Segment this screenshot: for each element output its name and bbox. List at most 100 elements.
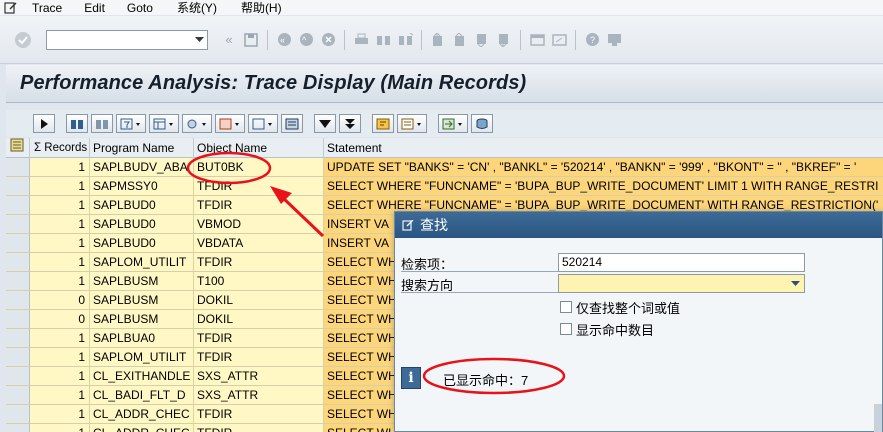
check-icon — [15, 31, 31, 48]
program-name-cell: SAPLBUD0 — [90, 234, 194, 252]
col-object-name[interactable]: Object Name — [194, 138, 324, 158]
object-name-cell: T100 — [194, 272, 324, 290]
program-name-cell: SAPMSSY0 — [90, 177, 194, 195]
object-name-cell: TFDIR — [194, 424, 324, 432]
col-program-name[interactable]: Program Name — [90, 138, 194, 158]
print-icon[interactable] — [352, 31, 370, 49]
object-name-cell: VBMOD — [194, 215, 324, 233]
select-all-cell[interactable] — [6, 138, 30, 158]
row-selector[interactable] — [6, 196, 30, 214]
records-cell: 1 — [30, 158, 90, 176]
find-next-icon[interactable] — [396, 31, 414, 49]
double-chevron-down-icon — [345, 118, 355, 129]
exit-icon[interactable]: ^ — [297, 31, 315, 49]
row-selector[interactable] — [6, 253, 30, 271]
table-row[interactable]: 1 SAPMSSY0 TFDIR SELECT WHERE "FUNCNAME" = … — [6, 177, 883, 196]
back-icon[interactable]: « — [275, 31, 293, 49]
records-cell: 1 — [30, 367, 90, 385]
help-icon[interactable]: ? — [583, 31, 601, 49]
search-direction-select[interactable] — [558, 274, 805, 293]
last-page-icon[interactable] — [495, 31, 513, 49]
new-session-icon[interactable] — [528, 31, 546, 49]
menu-edit[interactable]: Edit — [84, 1, 105, 15]
collapse-button[interactable] — [314, 114, 336, 133]
standard-toolbar: « « ^ ? — [0, 16, 883, 64]
row-selector[interactable] — [6, 329, 30, 347]
menu-help[interactable]: 帮助(H) — [241, 1, 282, 15]
show-count-checkbox[interactable]: 显示命中数目 — [560, 321, 654, 338]
menu-trace[interactable]: Trace — [32, 1, 62, 15]
checkbox-box[interactable] — [560, 323, 572, 335]
row-selector[interactable] — [6, 234, 30, 252]
records-cell: 0 — [30, 291, 90, 309]
row-selector[interactable] — [6, 424, 30, 432]
records-cell: 1 — [30, 272, 90, 290]
search-term-input[interactable]: 520214 — [558, 253, 805, 272]
explain-button[interactable] — [372, 114, 394, 133]
explain-icon — [376, 118, 390, 129]
row-selector[interactable] — [6, 291, 30, 309]
program-name-cell: CL_EXITHANDLE — [90, 367, 194, 385]
col-statement[interactable]: Statement — [324, 138, 883, 158]
object-name-cell: TFDIR — [194, 177, 324, 195]
shortcut-icon[interactable] — [550, 31, 568, 49]
row-selector[interactable] — [6, 215, 30, 233]
whole-word-checkbox[interactable]: 仅查找整个词或值 — [560, 299, 680, 316]
object-name-cell: SXS_ATTR — [194, 386, 324, 404]
enter-button[interactable] — [12, 29, 34, 51]
display-button[interactable] — [397, 114, 427, 133]
back-double-icon[interactable]: « — [220, 31, 238, 49]
records-cell: 1 — [30, 215, 90, 233]
dialog-title-bar[interactable]: 查找 — [395, 212, 882, 238]
find-icon[interactable] — [374, 31, 392, 49]
program-name-cell: SAPLOM_UTILIT — [90, 253, 194, 271]
row-selector[interactable] — [6, 367, 30, 385]
program-name-cell: CL_ADDR_CHEC — [90, 405, 194, 423]
next-page-icon[interactable] — [473, 31, 491, 49]
object-name-cell: DOKIL — [194, 291, 324, 309]
records-cell: 1 — [30, 329, 90, 347]
menu-goto[interactable]: Goto — [127, 1, 153, 15]
menu-system[interactable]: 系统(Y) — [177, 1, 217, 15]
program-name-cell: SAPLOM_UTILIT — [90, 348, 194, 366]
row-selector[interactable] — [6, 177, 30, 195]
app-menu-icon[interactable] — [2, 1, 18, 15]
first-page-icon[interactable] — [429, 31, 447, 49]
row-selector[interactable] — [6, 310, 30, 328]
find-next-button[interactable] — [91, 114, 113, 133]
sort-button[interactable] — [281, 114, 303, 133]
database-button[interactable] — [471, 114, 493, 133]
layout-button[interactable] — [149, 114, 179, 133]
col-records[interactable]: Σ Records — [30, 138, 90, 158]
page-title: Performance Analysis: Trace Display (Mai… — [20, 72, 527, 94]
export-button[interactable] — [248, 114, 278, 133]
checkbox-box[interactable] — [560, 301, 572, 313]
row-selector[interactable] — [6, 386, 30, 404]
row-selector[interactable] — [6, 272, 30, 290]
toolbar-separator — [421, 29, 422, 50]
filter-button[interactable] — [116, 114, 146, 133]
program-name-cell: CL_ADDR_CHEC — [90, 424, 194, 432]
details-button[interactable] — [33, 114, 55, 133]
object-name-cell: VBDATA — [194, 234, 324, 252]
table-header: Σ Records Program Name Object Name State… — [6, 138, 883, 158]
cancel-icon[interactable] — [319, 31, 337, 49]
row-selector[interactable] — [6, 348, 30, 366]
sum-button[interactable] — [215, 114, 245, 133]
previous-page-icon[interactable] — [451, 31, 469, 49]
chevron-down-icon[interactable] — [191, 31, 207, 49]
table-row[interactable]: 1 SAPLBUDV_ABA BUT0BK UPDATE SET "BANKS" = … — [6, 158, 883, 177]
select-layout-button[interactable] — [182, 114, 212, 133]
expand-button[interactable] — [339, 114, 361, 133]
row-selector[interactable] — [6, 158, 30, 176]
find-button[interactable] — [66, 114, 88, 133]
navigate-button[interactable] — [438, 114, 468, 133]
save-icon[interactable] — [242, 31, 260, 49]
customize-layout-icon[interactable] — [605, 31, 623, 49]
binoculars-icon — [71, 119, 83, 129]
row-selector[interactable] — [6, 405, 30, 423]
command-field[interactable] — [46, 29, 208, 50]
layout-select-icon — [187, 119, 206, 128]
program-name-cell: SAPLBUSM — [90, 272, 194, 290]
chevron-down-icon[interactable] — [788, 276, 802, 291]
